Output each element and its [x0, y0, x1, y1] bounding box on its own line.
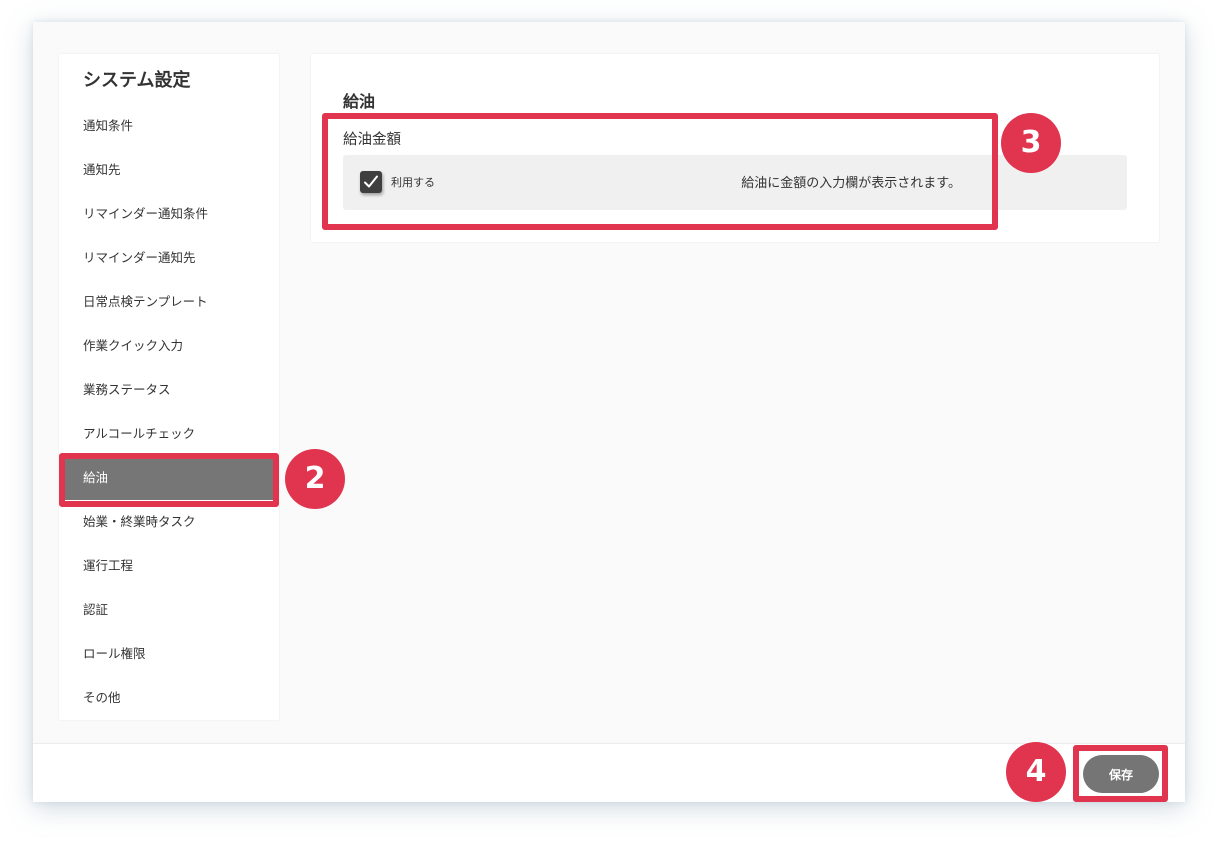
sidebar-title: システム設定 — [83, 70, 191, 91]
option-description: 給油に金額の入力欄が表示されます。 — [741, 176, 961, 191]
use-checkbox[interactable] — [360, 171, 382, 193]
sidebar-item-daily-inspection-template[interactable]: 日常点検テンプレート — [59, 280, 279, 324]
sidebar-item-authentication[interactable]: 認証 — [59, 588, 279, 632]
sidebar-item-start-end-tasks[interactable]: 始業・終業時タスク — [59, 500, 279, 544]
sidebar-item-reminder-recipients[interactable]: リマインダー通知先 — [59, 236, 279, 280]
sidebar-item-operation-process[interactable]: 運行工程 — [59, 544, 279, 588]
sidebar-item-reminder-conditions[interactable]: リマインダー通知条件 — [59, 192, 279, 236]
sidebar-item-work-status[interactable]: 業務ステータス — [59, 368, 279, 412]
sidebar-menu: 通知条件 通知先 リマインダー通知条件 リマインダー通知先 日常点検テンプレート… — [59, 104, 279, 720]
sidebar-item-notification-recipients[interactable]: 通知先 — [59, 148, 279, 192]
save-button[interactable]: 保存 — [1083, 755, 1159, 793]
step-badge-4: 4 — [1006, 742, 1066, 802]
sidebar-item-role-permissions[interactable]: ロール権限 — [59, 632, 279, 676]
step-badge-2: 2 — [285, 449, 345, 509]
settings-sidebar: システム設定 通知条件 通知先 リマインダー通知条件 リマインダー通知先 日常点… — [59, 54, 279, 720]
checkmark-icon — [364, 175, 378, 188]
sidebar-item-notification-conditions[interactable]: 通知条件 — [59, 104, 279, 148]
refueling-amount-label: 給油金額 — [343, 132, 401, 148]
step-badge-3: 3 — [1001, 113, 1061, 173]
use-checkbox-label[interactable]: 利用する — [391, 174, 435, 190]
sidebar-item-refueling[interactable]: 給油 — [59, 456, 279, 500]
sidebar-item-other[interactable]: その他 — [59, 676, 279, 720]
section-title: 給油 — [343, 92, 376, 111]
sidebar-item-alcohol-check[interactable]: アルコールチェック — [59, 412, 279, 456]
sidebar-item-quick-work-input[interactable]: 作業クイック入力 — [59, 324, 279, 368]
